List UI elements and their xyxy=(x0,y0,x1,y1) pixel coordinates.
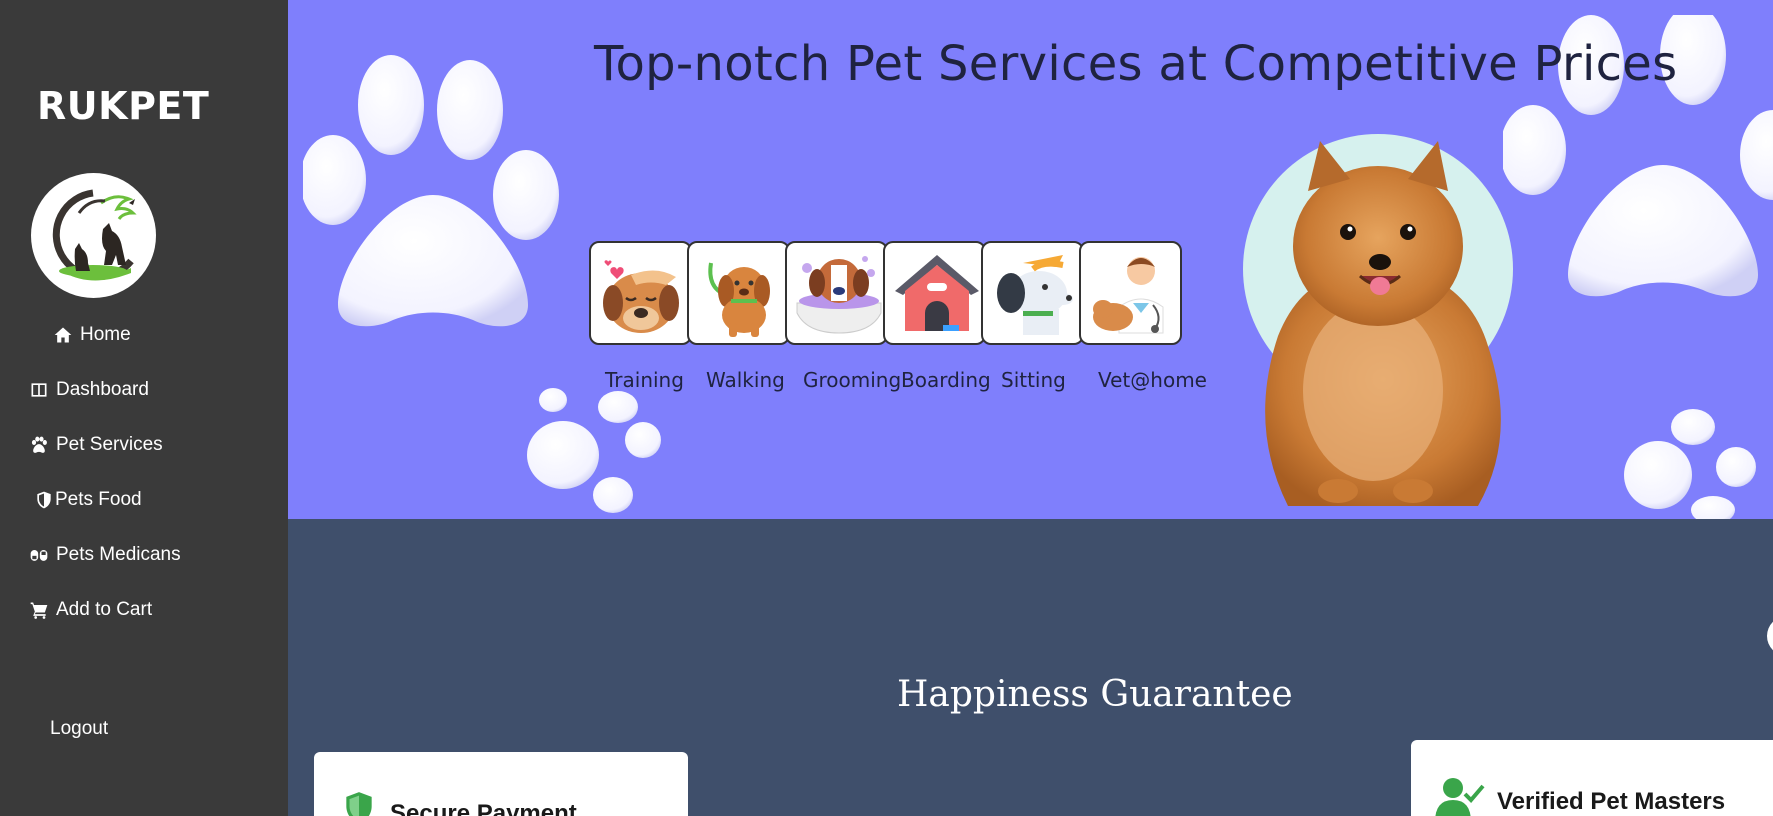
verified-user-icon xyxy=(1435,778,1485,816)
nav-home-label: Home xyxy=(80,324,131,345)
grooming-dog-icon xyxy=(796,256,882,334)
service-label-training: Training xyxy=(605,368,684,392)
card-title-verified-masters: Verified Pet Masters xyxy=(1497,788,1726,815)
paw-print-icon xyxy=(527,388,661,513)
dog-house-icon xyxy=(895,255,979,331)
service-label-sitting: Sitting xyxy=(1001,368,1066,392)
verified-masters-card: Verified Pet Masters xyxy=(1411,740,1773,816)
service-card-vet[interactable] xyxy=(1079,241,1182,345)
nav-pets-food[interactable]: Pets Food xyxy=(33,489,142,511)
pomeranian-dog-image xyxy=(1265,141,1501,506)
cart-icon xyxy=(28,599,50,621)
nav-pets-medicans[interactable]: Pets Medicans xyxy=(28,544,181,566)
nav-pets-medicans-label: Pets Medicans xyxy=(56,544,181,565)
service-card-grooming[interactable] xyxy=(785,241,888,345)
home-icon xyxy=(52,324,74,346)
service-card-sitting[interactable] xyxy=(981,241,1084,345)
carousel-next-button[interactable] xyxy=(1767,616,1773,656)
service-label-vet: Vet@home xyxy=(1098,368,1207,392)
nav-add-to-cart-label: Add to Cart xyxy=(56,599,153,620)
paw-print-icon xyxy=(303,55,559,327)
shield-icon xyxy=(33,489,55,511)
service-card-training[interactable] xyxy=(589,241,692,345)
nav-add-to-cart[interactable]: Add to Cart xyxy=(28,599,152,621)
hero-banner: Top-notch Pet Services at Competitive Pr… xyxy=(288,0,1773,519)
brand-name: RUKPET xyxy=(37,84,210,128)
service-label-walking: Walking xyxy=(706,368,785,392)
dashboard-icon xyxy=(28,379,50,401)
nav-dashboard[interactable]: Dashboard xyxy=(28,379,149,401)
vet-icon xyxy=(1093,257,1164,334)
service-card-walking[interactable] xyxy=(687,241,790,345)
service-label-boarding: Boarding xyxy=(901,368,991,392)
paw-print-icon xyxy=(1624,409,1756,519)
training-dog-icon xyxy=(603,260,679,333)
sitting-dog-icon xyxy=(997,255,1073,335)
nav-dashboard-label: Dashboard xyxy=(56,379,149,400)
nav-pets-food-label: Pets Food xyxy=(55,489,142,510)
nav-home[interactable]: Home xyxy=(52,324,131,346)
secure-payment-card: Secure Payment xyxy=(314,752,688,816)
sidebar: RUKPET Home Dashboard Pet Services Pets … xyxy=(0,0,288,816)
logout-link[interactable]: Logout xyxy=(50,718,108,740)
brand-logo xyxy=(31,173,156,298)
hero-title: Top-notch Pet Services at Competitive Pr… xyxy=(594,36,1678,92)
pills-icon xyxy=(28,544,50,566)
paw-icon xyxy=(28,434,50,456)
service-card-boarding[interactable] xyxy=(883,241,986,345)
walking-dog-icon xyxy=(708,262,770,337)
section-title: Happiness Guarantee xyxy=(897,674,1293,715)
nav-pet-services-label: Pet Services xyxy=(56,434,163,455)
service-label-grooming: Grooming xyxy=(803,368,902,392)
shield-icon xyxy=(346,792,372,816)
nav-pet-services[interactable]: Pet Services xyxy=(28,434,163,456)
card-title-secure-payment: Secure Payment xyxy=(390,800,577,816)
